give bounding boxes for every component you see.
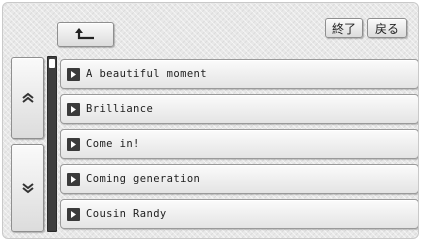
scrollbar-thumb[interactable]	[49, 59, 55, 68]
parent-folder-button[interactable]	[57, 22, 114, 47]
play-folder-icon	[67, 102, 80, 116]
list-item[interactable]: Come in!	[60, 129, 418, 159]
list-item-label: Brilliance	[86, 103, 154, 115]
list-item[interactable]: Cousin Randy	[60, 199, 418, 229]
scroll-down-button[interactable]	[11, 144, 44, 232]
back-button-label: 戻る	[374, 21, 399, 36]
end-button-label: 終了	[331, 21, 356, 36]
music-browser-screen: 終了 戻る A beautiful moment Brilliance Come…	[2, 2, 419, 239]
list-item-label: Cousin Randy	[86, 208, 167, 220]
play-folder-icon	[67, 137, 80, 151]
double-chevron-down-icon	[21, 182, 35, 194]
scrollbar-track[interactable]	[47, 56, 57, 232]
list-item[interactable]: A beautiful moment	[60, 59, 418, 89]
play-folder-icon	[67, 207, 80, 221]
play-folder-icon	[67, 67, 80, 81]
list-item-label: Coming generation	[86, 173, 201, 185]
back-button[interactable]: 戻る	[367, 18, 407, 38]
double-chevron-up-icon	[21, 92, 35, 104]
list-item[interactable]: Coming generation	[60, 164, 418, 194]
play-folder-icon	[67, 172, 80, 186]
list-item-label: Come in!	[86, 138, 140, 150]
scroll-up-button[interactable]	[11, 57, 44, 139]
list-item-label: A beautiful moment	[86, 68, 207, 80]
return-arrow-icon	[74, 25, 98, 44]
list-item[interactable]: Brilliance	[60, 94, 418, 124]
end-button[interactable]: 終了	[325, 18, 363, 38]
